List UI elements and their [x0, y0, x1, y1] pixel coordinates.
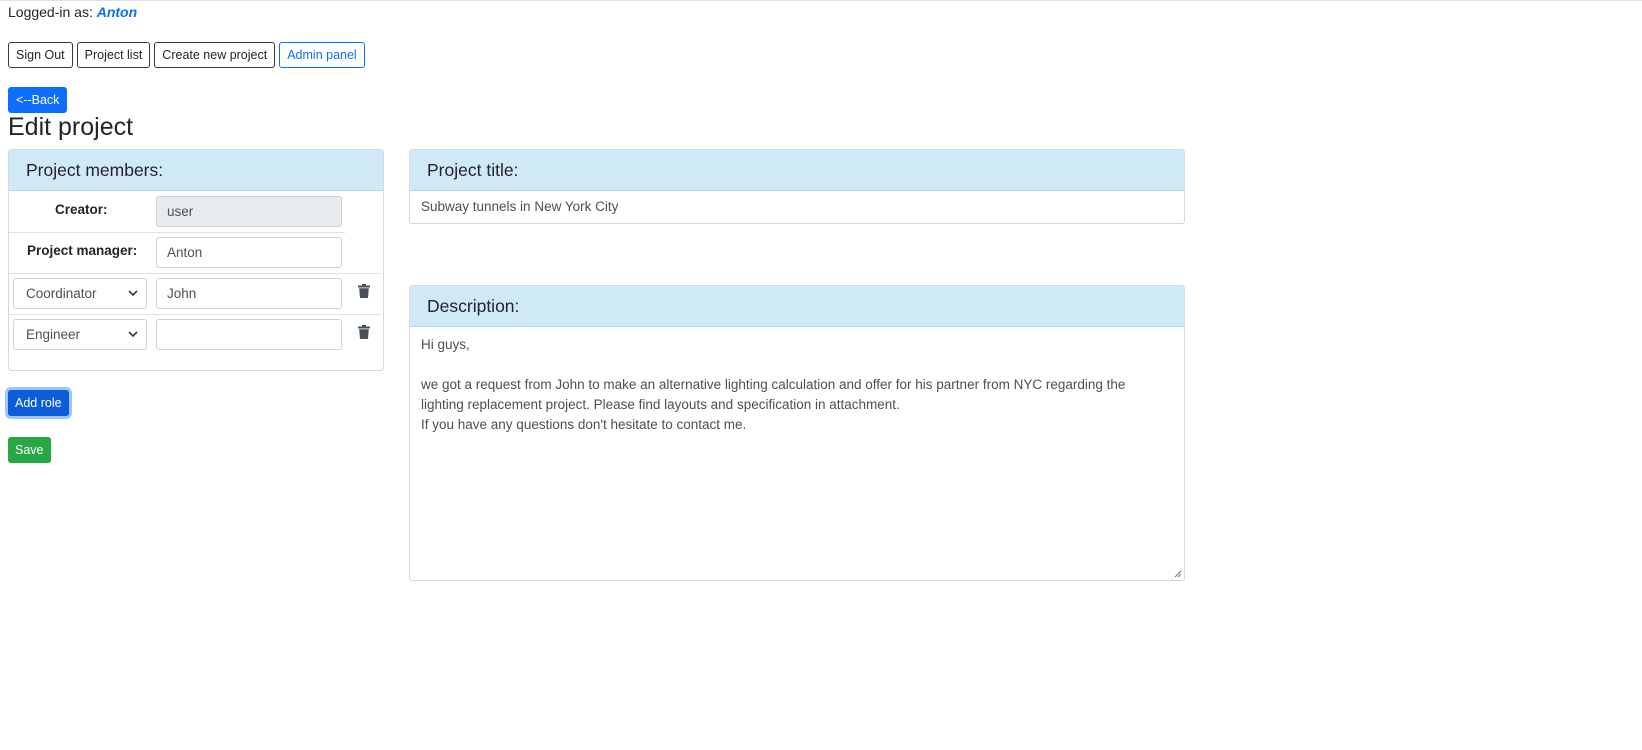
project-title-card: Project title: Subway tunnels in New Yor… [409, 149, 1185, 224]
logged-in-status: Logged-in as: Anton [8, 4, 137, 20]
creator-label: Creator: [55, 202, 108, 217]
trash-icon[interactable] [358, 284, 370, 298]
top-divider [0, 0, 1642, 1]
role-select-1[interactable]: Coordinator [13, 278, 147, 309]
description-textarea[interactable]: Hi guys, we got a request from John to m… [410, 327, 1184, 580]
row-divider [9, 314, 381, 315]
project-title-input[interactable]: Subway tunnels in New York City [410, 191, 1184, 222]
project-manager-label: Project manager: [27, 243, 138, 258]
role-select-2-value: Engineer [26, 327, 81, 342]
description-line: Hi guys, [421, 337, 470, 352]
create-project-button[interactable]: Create new project [154, 42, 276, 68]
resize-handle-icon[interactable] [1174, 570, 1182, 578]
role-select-2[interactable]: Engineer [13, 319, 147, 350]
row-divider [9, 273, 381, 274]
description-header: Description: [410, 286, 1184, 327]
sign-out-button[interactable]: Sign Out [8, 42, 73, 68]
role-name-field-2[interactable] [156, 319, 342, 350]
page-title: Edit project [8, 113, 134, 141]
project-members-card: Project members: Creator: user Project m… [8, 149, 384, 371]
description-card: Description: Hi guys, we got a request f… [409, 285, 1185, 581]
description-line: we got a request from John to make an al… [421, 377, 1126, 392]
save-button[interactable]: Save [8, 437, 51, 463]
admin-panel-button[interactable]: Admin panel [279, 42, 365, 68]
role-name-field-1[interactable]: John [156, 278, 342, 309]
creator-field: user [156, 196, 342, 227]
row-divider [9, 232, 345, 233]
role-select-1-value: Coordinator [26, 286, 97, 301]
back-button[interactable]: <--Back [8, 87, 68, 113]
top-nav: Sign Out Project list Create new project… [8, 42, 365, 68]
project-title-header: Project title: [410, 150, 1184, 191]
description-line: lighting replacement project. Please fin… [421, 397, 900, 412]
chevron-down-icon [128, 290, 138, 297]
project-members-header: Project members: [9, 150, 383, 191]
logged-in-label: Logged-in as: [8, 4, 93, 20]
description-line: If you have any questions don't hesitate… [421, 417, 747, 432]
chevron-down-icon [128, 331, 138, 338]
add-role-button[interactable]: Add role [8, 390, 69, 416]
project-list-button[interactable]: Project list [76, 42, 151, 68]
logged-in-user: Anton [96, 4, 138, 20]
project-manager-field[interactable]: Anton [156, 237, 342, 268]
trash-icon[interactable] [358, 325, 370, 339]
